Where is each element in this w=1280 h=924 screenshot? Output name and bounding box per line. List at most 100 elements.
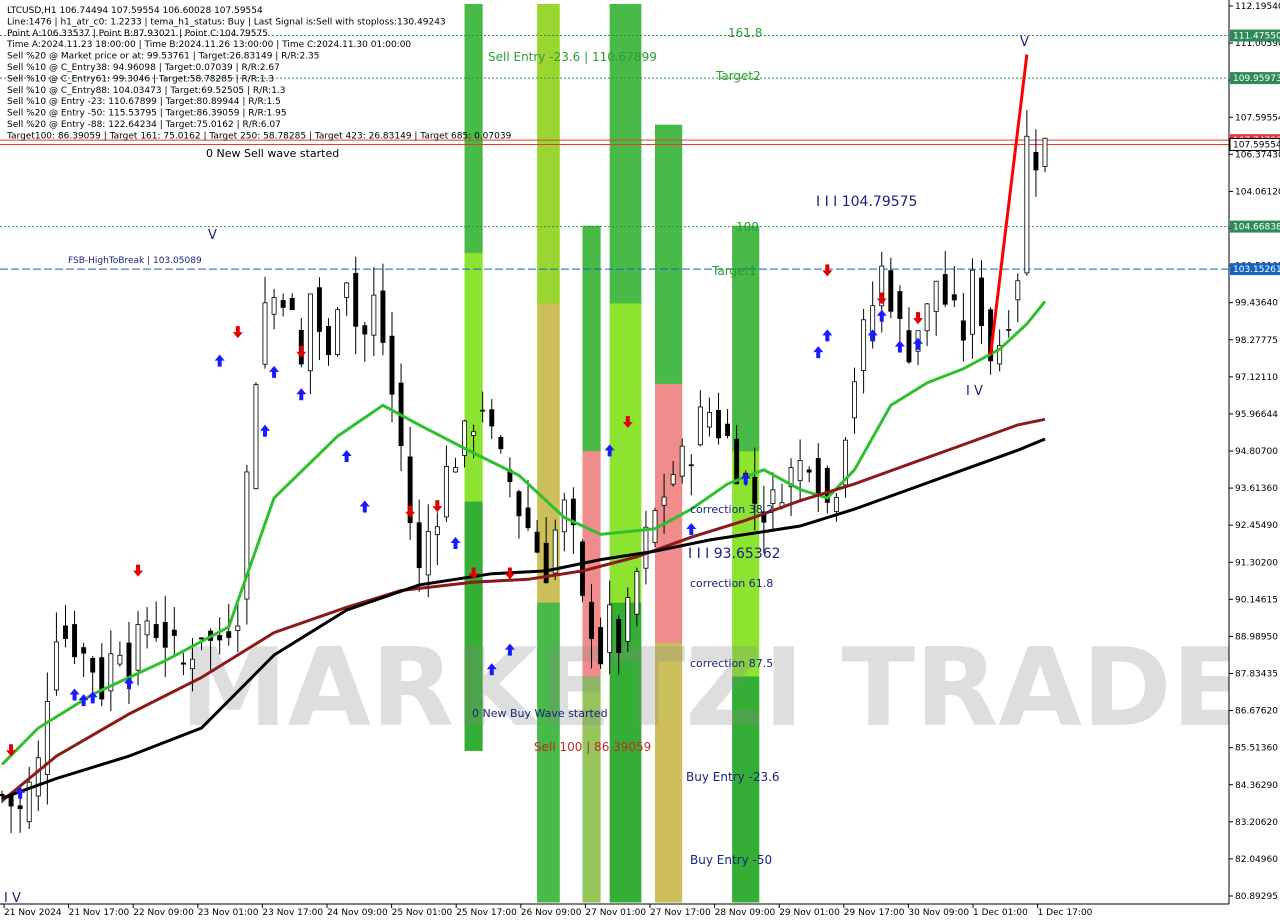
candle-body-67 xyxy=(607,604,613,653)
candle-body-68 xyxy=(616,619,622,654)
candle-body-99 xyxy=(897,291,903,319)
candle-body-75 xyxy=(679,445,685,477)
level-100-label: 100 xyxy=(736,220,759,234)
watermark-text: MARKETZI TRADE xyxy=(180,626,1245,751)
signal-bar-0-seg-0 xyxy=(464,4,483,254)
candle-body-43 xyxy=(389,335,395,395)
sell-100-label: Sell 100 | 86.39059 xyxy=(534,740,651,754)
candle-body-19 xyxy=(171,629,177,636)
point-93-label: I I I 93.65362 xyxy=(688,546,781,562)
signal-bar-5-seg-0 xyxy=(732,225,760,452)
candle-body-4 xyxy=(35,757,41,797)
price-label-0: 111.47550 xyxy=(1233,32,1280,42)
info-line-0: LTCUSD,H1 106.74494 107.59554 106.60028 … xyxy=(7,6,263,16)
correction-87-label: correction 87.5 xyxy=(690,657,773,670)
target2-label: Target2 xyxy=(715,69,761,83)
candle-body-103 xyxy=(933,280,939,312)
candle-body-10 xyxy=(90,658,96,673)
signal-bar-2-seg-0 xyxy=(582,225,601,452)
buy-entry-23-label: Buy Entry -23.6 xyxy=(686,770,780,784)
correction-61-label: correction 61.8 xyxy=(690,577,773,590)
candle-body-92 xyxy=(833,497,839,512)
watermark: MARKETZI TRADE xyxy=(180,626,1245,751)
signal-bar-4-seg-0 xyxy=(655,124,683,385)
price-tick-24: 80.89295 xyxy=(1235,892,1278,902)
target1-label: Target1 xyxy=(711,264,757,278)
candle-body-114 xyxy=(1033,152,1039,171)
candle-body-65 xyxy=(589,601,594,639)
price-tick-20: 85.51360 xyxy=(1235,744,1278,754)
candle-body-35 xyxy=(316,287,322,332)
info-line-5: Sell %10 @ C_Entry38: 94.96098 | Target:… xyxy=(7,63,280,73)
signal-bar-4-seg-1 xyxy=(655,383,683,644)
price-tick-0: 112.19540 xyxy=(1235,2,1280,12)
time-tick-5: 24 Nov 09:00 xyxy=(327,908,388,918)
candle-body-25 xyxy=(226,631,232,638)
candle-body-79 xyxy=(716,410,721,439)
candle-body-46 xyxy=(416,522,422,569)
candle-body-88 xyxy=(797,460,803,482)
info-line-3: Time A:2024.11.23 18:00:00 | Time B:2024… xyxy=(6,40,411,50)
candle-body-48 xyxy=(434,526,440,535)
candle-body-81 xyxy=(734,438,740,485)
candle-body-11 xyxy=(99,657,105,700)
time-tick-16: 1 Dec 17:00 xyxy=(1038,908,1093,918)
candle-body-64 xyxy=(579,541,585,596)
price-tick-13: 93.61360 xyxy=(1235,484,1278,494)
time-tick-2: 22 Nov 09:00 xyxy=(133,908,194,918)
candle-body-31 xyxy=(280,300,286,308)
candle-body-42 xyxy=(380,290,386,343)
candle-body-29 xyxy=(262,302,268,365)
signal-bar-1-seg-0 xyxy=(537,4,560,304)
candle-body-102 xyxy=(924,303,930,332)
price-tick-22: 83.20620 xyxy=(1235,818,1278,828)
time-tick-11: 28 Nov 09:00 xyxy=(715,908,776,918)
candle-body-70 xyxy=(634,571,640,615)
time-tick-3: 23 Nov 01:00 xyxy=(198,908,259,918)
fsb-label: FSB-HighToBreak | 103.05089 xyxy=(68,256,202,266)
buy-wave-label: 0 New Buy Wave started xyxy=(472,707,608,720)
candle-body-28 xyxy=(253,384,259,490)
candle-body-52 xyxy=(471,431,477,436)
time-tick-14: 30 Nov 09:00 xyxy=(908,908,969,918)
candle-body-20 xyxy=(180,662,186,665)
buy-entry-50-label: Buy Entry -50 xyxy=(690,853,772,867)
candle-body-16 xyxy=(144,620,150,636)
candle-body-34 xyxy=(307,293,313,372)
candle-body-24 xyxy=(217,635,223,641)
price-tick-17: 88.98950 xyxy=(1235,632,1278,642)
candle-body-69 xyxy=(625,597,631,642)
candle-body-89 xyxy=(806,469,812,473)
candle-body-18 xyxy=(162,622,168,648)
wave-v-label-2: V xyxy=(1020,35,1029,50)
price-tick-4: 106.37430 xyxy=(1235,150,1280,160)
signal-bar-3-seg-0 xyxy=(609,4,642,304)
candle-body-100 xyxy=(906,330,912,363)
candle-body-108 xyxy=(979,277,984,327)
candle-body-107 xyxy=(969,269,975,335)
candle-body-94 xyxy=(852,381,858,419)
wave-iv-label: I V xyxy=(966,384,983,399)
time-tick-8: 26 Nov 09:00 xyxy=(521,908,582,918)
candle-body-58 xyxy=(525,507,531,529)
candle-body-85 xyxy=(770,489,776,504)
time-tick-0: 21 Nov 2024 xyxy=(4,908,62,918)
candle-body-61 xyxy=(552,529,558,574)
candle-body-95 xyxy=(861,319,867,371)
candle-body-13 xyxy=(117,654,123,665)
candle-body-49 xyxy=(443,466,449,518)
price-tick-9: 98.27775 xyxy=(1235,336,1278,346)
candle-body-15 xyxy=(135,624,141,671)
candle-body-41 xyxy=(371,294,377,336)
candle-body-115 xyxy=(1042,137,1048,167)
info-line-8: Sell %10 @ Entry -23: 110.67899 | Target… xyxy=(7,97,281,107)
info-line-6: Sell %10 @ C_Entry61: 99.3046 | Target:5… xyxy=(7,74,274,84)
candle-body-6 xyxy=(53,641,59,691)
wave-v-label-1: V xyxy=(208,228,217,243)
candle-body-7 xyxy=(63,625,68,639)
candle-body-111 xyxy=(1006,328,1012,331)
candle-body-55 xyxy=(498,437,504,450)
price-tick-8: 99.43640 xyxy=(1235,299,1278,309)
time-tick-10: 27 Nov 17:00 xyxy=(650,908,711,918)
time-tick-13: 29 Nov 17:00 xyxy=(844,908,905,918)
